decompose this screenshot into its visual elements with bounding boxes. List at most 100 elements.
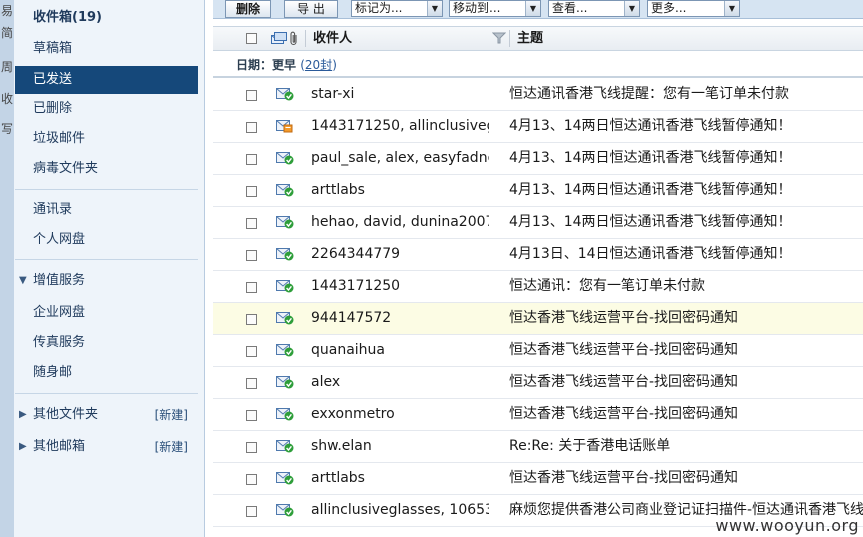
sidebar-item-enterprise-drive[interactable]: 企业网盘 [15, 299, 198, 327]
date-group-name: 更早 [272, 58, 297, 72]
sidebar-item-contacts[interactable]: 通讯录 [15, 196, 198, 224]
sidebar-item-drafts[interactable]: 草稿箱 [15, 35, 198, 63]
row-subject[interactable]: 恒达香港飞线运营平台-找回密码通知 [509, 399, 863, 430]
row-checkbox[interactable] [246, 378, 257, 389]
sidebar-item-mobile-mail[interactable]: 随身邮 [15, 359, 198, 387]
row-checkbox[interactable] [246, 154, 257, 165]
row-checkbox[interactable] [246, 314, 257, 325]
mail-row[interactable]: exxonmetro 恒达香港飞线运营平台-找回密码通知 [213, 399, 863, 431]
row-subject[interactable]: 恒达香港飞线运营平台-找回密码通知 [509, 335, 863, 366]
row-checkbox[interactable] [246, 506, 257, 517]
select-all-checkbox[interactable] [246, 33, 257, 44]
mail-row[interactable]: quanaihua 恒达香港飞线运营平台-找回密码通知 [213, 335, 863, 367]
mail-row[interactable]: hehao, david, dunina2007 4月13、14两日恒达通讯香港飞… [213, 207, 863, 239]
mail-type-icon[interactable] [271, 32, 287, 49]
row-checkbox[interactable] [246, 90, 257, 101]
sidebar-item-spam[interactable]: 垃圾邮件 [15, 125, 198, 153]
mark-as-select[interactable]: 标记为... ▼ [351, 0, 443, 17]
mail-row[interactable]: arttlabs 4月13、14两日恒达通讯香港飞线暂停通知！ [213, 175, 863, 207]
row-subject[interactable]: 恒达香港飞线运营平台-找回密码通知 [509, 367, 863, 398]
mail-row[interactable]: 1443171250 恒达通讯：您有一笔订单未付款 [213, 271, 863, 303]
row-subject[interactable]: 4月13、14两日恒达通讯香港飞线暂停通知！ [509, 143, 863, 174]
mail-replied-icon [276, 248, 294, 261]
sidebar-group-label: 其他文件夹 [33, 407, 99, 422]
row-subject[interactable]: 4月13、14两日恒达通讯香港飞线暂停通知！ [509, 175, 863, 206]
date-group-count-link[interactable]: 20封 [305, 58, 332, 72]
sidebar-item-inbox[interactable]: 收件箱(19) [15, 4, 198, 32]
delete-button[interactable]: 删除 [225, 0, 271, 18]
sidebar-item-deleted[interactable]: 已删除 [15, 95, 198, 123]
mail-row[interactable]: alex 恒达香港飞线运营平台-找回密码通知 [213, 367, 863, 399]
mail-row[interactable]: 2264344779 4月13日、14日恒达通讯香港飞线暂停通知！ [213, 239, 863, 271]
row-subject[interactable]: 恒达香港飞线运营平台-找回密码通知 [509, 463, 863, 494]
sidebar-item-personal-drive[interactable]: 个人网盘 [15, 226, 198, 254]
left-edge-strip: 易 简 周 收 写 [0, 0, 14, 537]
row-sender: paul_sale, alex, easyfadno [311, 150, 489, 166]
row-sender: 1443171250, allinclusiveglasses [311, 118, 489, 134]
row-sender: arttlabs [311, 470, 365, 486]
chevron-right-icon: ▶ [19, 441, 27, 452]
row-sender: alex [311, 374, 341, 390]
mark-as-value: 标记为... [355, 1, 403, 15]
row-sender: quanaihua [311, 342, 386, 358]
row-sender: star-xi [311, 86, 355, 102]
mail-row[interactable]: paul_sale, alex, easyfadno 4月13、14两日恒达通讯香… [213, 143, 863, 175]
chevron-down-icon: ▼ [525, 1, 540, 16]
mail-replied-icon [276, 440, 294, 453]
export-button[interactable]: 导 出 [284, 0, 338, 18]
date-group-row: 日期：更早 (20封) [213, 51, 863, 78]
mail-replied-icon [276, 472, 294, 485]
attachment-icon[interactable] [290, 31, 298, 50]
recipient-column-header[interactable]: 收件人 [313, 27, 352, 50]
edge-char: 写 [0, 122, 13, 136]
row-checkbox[interactable] [246, 250, 257, 261]
row-checkbox[interactable] [246, 442, 257, 453]
mail-row[interactable]: arttlabs 恒达香港飞线运营平台-找回密码通知 [213, 463, 863, 495]
watermark: www.wooyun.org [715, 516, 859, 535]
mail-list-header: 收件人 主题 [213, 26, 863, 51]
subject-column-header[interactable]: 主题 [517, 27, 543, 50]
mail-row[interactable]: shw.elan Re:Re: 关于香港电话账单 [213, 431, 863, 463]
row-subject[interactable]: 4月13、14两日恒达通讯香港飞线暂停通知！ [509, 207, 863, 238]
row-subject[interactable]: Re:Re: 关于香港电话账单 [509, 431, 863, 462]
sidebar-item-virus[interactable]: 病毒文件夹 [15, 155, 198, 183]
row-sender: 1443171250 [311, 278, 401, 294]
chevron-down-icon: ▼ [624, 1, 639, 16]
sidebar-group-services[interactable]: ▼ 增值服务 [15, 267, 198, 295]
view-select[interactable]: 查看... ▼ [548, 0, 640, 17]
row-sender: allinclusiveglasses, 10653 [311, 502, 489, 518]
row-checkbox[interactable] [246, 186, 257, 197]
row-subject[interactable]: 4月13日、14日恒达通讯香港飞线暂停通知！ [509, 239, 863, 270]
row-checkbox[interactable] [246, 282, 257, 293]
row-sender: 2264344779 [311, 246, 401, 262]
row-subject[interactable]: 恒达通讯香港飞线提醒：您有一笔订单未付款 [509, 79, 863, 110]
mail-attachment-icon [276, 120, 294, 133]
move-to-select[interactable]: 移动到... ▼ [449, 0, 541, 17]
row-sender: shw.elan [311, 438, 372, 454]
mail-row[interactable]: 1443171250, allinclusiveglasses 4月13、14两日… [213, 111, 863, 143]
mail-row[interactable]: star-xi 恒达通讯香港飞线提醒：您有一笔订单未付款 [213, 79, 863, 111]
row-checkbox[interactable] [246, 218, 257, 229]
row-checkbox[interactable] [246, 474, 257, 485]
sidebar-group-other-folders[interactable]: ▶ 其他文件夹 [新建] [15, 401, 198, 429]
new-folder-link[interactable]: [新建] [155, 401, 188, 429]
sidebar-item-fax[interactable]: 传真服务 [15, 329, 198, 357]
more-value: 更多... [651, 1, 687, 15]
new-mailbox-link[interactable]: [新建] [155, 433, 188, 461]
sidebar-group-label: 增值服务 [33, 273, 86, 288]
sidebar-group-label: 其他邮箱 [33, 439, 86, 454]
sidebar-divider [15, 393, 198, 394]
row-checkbox[interactable] [246, 346, 257, 357]
row-subject[interactable]: 恒达通讯：您有一笔订单未付款 [509, 271, 863, 302]
row-subject[interactable]: 恒达香港飞线运营平台-找回密码通知 [509, 303, 863, 334]
row-checkbox[interactable] [246, 122, 257, 133]
row-subject[interactable]: 4月13、14两日恒达通讯香港飞线暂停通知！ [509, 111, 863, 142]
chevron-down-icon: ▼ [19, 275, 27, 286]
mail-row[interactable]: 944147572 恒达香港飞线运营平台-找回密码通知 [213, 303, 863, 335]
filter-icon[interactable] [491, 32, 507, 48]
more-select[interactable]: 更多... ▼ [647, 0, 740, 17]
sidebar-group-other-mailboxes[interactable]: ▶ 其他邮箱 [新建] [15, 433, 198, 461]
sidebar-item-sent[interactable]: 已发送 [15, 66, 198, 94]
row-checkbox[interactable] [246, 410, 257, 421]
chevron-right-icon: ▶ [19, 409, 27, 420]
